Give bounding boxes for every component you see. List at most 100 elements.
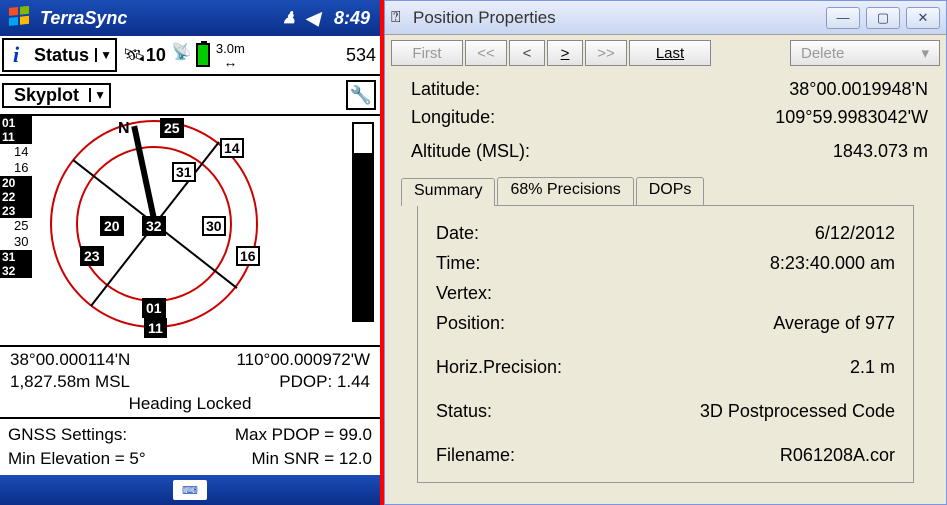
sat-marker: 20 bbox=[100, 216, 124, 236]
maximize-button[interactable]: ▢ bbox=[866, 7, 900, 29]
delete-button[interactable]: Delete ▾ bbox=[790, 40, 940, 66]
pda-bottombar: ⌨ bbox=[0, 475, 380, 505]
chevron-down-icon: ▼ bbox=[89, 88, 109, 102]
position-label: Position: bbox=[436, 308, 505, 338]
min-elevation-value: Min Elevation = 5° bbox=[8, 447, 146, 471]
nav-last-button[interactable]: Last bbox=[629, 40, 711, 66]
skyplot-label: Skyplot bbox=[4, 85, 89, 106]
sat-marker: 01 bbox=[142, 298, 166, 318]
nav-first-button[interactable]: First bbox=[391, 40, 463, 66]
altitude-value: 1,827.58m MSL bbox=[10, 371, 130, 393]
nav-prev-many-button[interactable]: << bbox=[465, 40, 507, 66]
vertex-label: Vertex: bbox=[436, 278, 492, 308]
sat-marker: 11 bbox=[144, 318, 167, 338]
signal-icon[interactable]: ♟ bbox=[278, 8, 300, 28]
alt-value: 1843.073 m bbox=[833, 137, 928, 165]
pda-clock[interactable]: 8:49 bbox=[324, 8, 374, 29]
skyplot-dropdown[interactable]: Skyplot ▼ bbox=[2, 83, 111, 108]
status-row: i Status ▼ 🛰 10 3.0m ↔ 534 bbox=[0, 36, 380, 76]
pdop-value: PDOP: 1.44 bbox=[279, 371, 370, 393]
delete-label: Delete bbox=[801, 45, 844, 62]
sat-list-item: 23 bbox=[0, 204, 32, 218]
sat-marker: 30 bbox=[202, 216, 226, 236]
lon-value: 109°59.9983042'W bbox=[775, 103, 928, 131]
summary-body: Date: 6/12/2012 Time: 8:23:40.000 am Verte… bbox=[418, 206, 913, 482]
lon-label: Longitude: bbox=[411, 103, 495, 131]
sat-marker: 14 bbox=[220, 138, 244, 158]
position-properties-window: ⍰ Position Properties — ▢ ✕ First << < >… bbox=[384, 0, 947, 505]
settings-wrench-button[interactable]: 🔧 bbox=[346, 80, 376, 110]
sat-list-item: 20 bbox=[0, 176, 32, 190]
pda-title: TerraSync bbox=[40, 8, 278, 29]
sat-list-item: 22 bbox=[0, 190, 32, 204]
pda-titlebar: TerraSync ♟ ◀ 8:49 bbox=[0, 0, 380, 36]
battery-icon bbox=[196, 43, 210, 67]
time-label: Time: bbox=[436, 248, 480, 278]
snr-bar bbox=[352, 122, 374, 322]
gnss-settings-label: GNSS Settings: bbox=[8, 423, 127, 447]
satellite-list: 01 11 14 16 20 22 23 25 30 31 32 bbox=[0, 116, 32, 345]
tab-precisions[interactable]: 68% Precisions bbox=[497, 177, 633, 205]
status-label: Status bbox=[28, 45, 95, 66]
nav-toolbar: First << < > >> Last Delete ▾ bbox=[385, 35, 946, 71]
heading-status: Heading Locked bbox=[10, 393, 370, 415]
lat-label: Latitude: bbox=[411, 75, 480, 103]
tab-bar: Summary 68% Precisions DOPs bbox=[401, 177, 706, 205]
sat-marker: 31 bbox=[172, 162, 196, 182]
status-dropdown[interactable]: i Status ▼ bbox=[2, 38, 117, 72]
chevron-down-icon: ▾ bbox=[921, 44, 929, 62]
keyboard-icon[interactable]: ⌨ bbox=[173, 480, 207, 500]
time-value: 8:23:40.000 am bbox=[770, 248, 895, 278]
nav-next-button[interactable]: > bbox=[547, 40, 583, 66]
distance-value: 3.0m bbox=[216, 42, 245, 55]
nav-next-many-button[interactable]: >> bbox=[585, 40, 627, 66]
chevron-down-icon: ▼ bbox=[95, 48, 115, 62]
snr-bar-area bbox=[340, 116, 380, 345]
max-pdop-value: Max PDOP = 99.0 bbox=[235, 423, 372, 447]
sat-list-item: 25 bbox=[0, 218, 32, 234]
satellite-count: 🛰 10 bbox=[123, 45, 166, 66]
tab-summary[interactable]: Summary bbox=[401, 178, 495, 206]
sat-list-item: 11 bbox=[0, 130, 32, 144]
sat-list-item: 14 bbox=[0, 144, 32, 160]
gnss-settings: GNSS Settings: Max PDOP = 99.0 Min Elevat… bbox=[0, 419, 380, 475]
terrasync-pda: TerraSync ♟ ◀ 8:49 i Status ▼ 🛰 10 3.0m … bbox=[0, 0, 384, 505]
sat-count-value: 10 bbox=[146, 45, 166, 66]
lat-value: 38°00.0019948'N bbox=[789, 75, 928, 103]
position-info: 38°00.000114'N110°00.000972'W 1,827.58m … bbox=[0, 347, 380, 419]
help-pointer-icon: ⍰ bbox=[391, 9, 413, 27]
date-label: Date: bbox=[436, 218, 479, 248]
satellite-icon: 🛰 bbox=[123, 45, 146, 66]
counter-value: 534 bbox=[322, 45, 380, 66]
window-controls: — ▢ ✕ bbox=[826, 7, 940, 29]
minimize-button[interactable]: — bbox=[826, 7, 860, 29]
filename-label: Filename: bbox=[436, 440, 515, 470]
distance-arrow-icon: ↔ bbox=[223, 55, 237, 69]
date-value: 6/12/2012 bbox=[815, 218, 895, 248]
window-titlebar: ⍰ Position Properties — ▢ ✕ bbox=[385, 1, 946, 35]
beacon-icon bbox=[172, 42, 190, 68]
alt-label: Altitude (MSL): bbox=[411, 137, 530, 165]
coordinates-panel: Latitude: 38°00.0019948'N Longitude: 109°5… bbox=[385, 71, 946, 175]
longitude-value: 110°00.000972'W bbox=[236, 349, 370, 371]
status-icons: 🛰 10 3.0m ↔ bbox=[119, 36, 322, 74]
snr-fill bbox=[354, 153, 372, 320]
tab-panel: Date: 6/12/2012 Time: 8:23:40.000 am Verte… bbox=[417, 205, 914, 483]
sat-marker: 25 bbox=[160, 118, 184, 138]
tab-dops[interactable]: DOPs bbox=[636, 177, 705, 205]
status-label: Status: bbox=[436, 396, 492, 426]
sat-marker: 16 bbox=[236, 246, 260, 266]
skyplot-area: 01 11 14 16 20 22 23 25 30 31 32 N 25 14… bbox=[0, 114, 380, 347]
status-value: 3D Postprocessed Code bbox=[700, 396, 895, 426]
position-value: Average of 977 bbox=[773, 308, 895, 338]
skyplot-row: Skyplot ▼ 🔧 bbox=[0, 76, 380, 114]
hprec-value: 2.1 m bbox=[850, 352, 895, 382]
windows-logo-icon bbox=[6, 4, 34, 32]
close-button[interactable]: ✕ bbox=[906, 7, 940, 29]
nav-prev-button[interactable]: < bbox=[509, 40, 545, 66]
hprec-label: Horiz.Precision: bbox=[436, 352, 562, 382]
distance-indicator: 3.0m ↔ bbox=[216, 42, 245, 69]
sat-list-item: 31 bbox=[0, 250, 32, 264]
speaker-icon[interactable]: ◀ bbox=[300, 8, 324, 29]
min-snr-value: Min SNR = 12.0 bbox=[252, 447, 372, 471]
